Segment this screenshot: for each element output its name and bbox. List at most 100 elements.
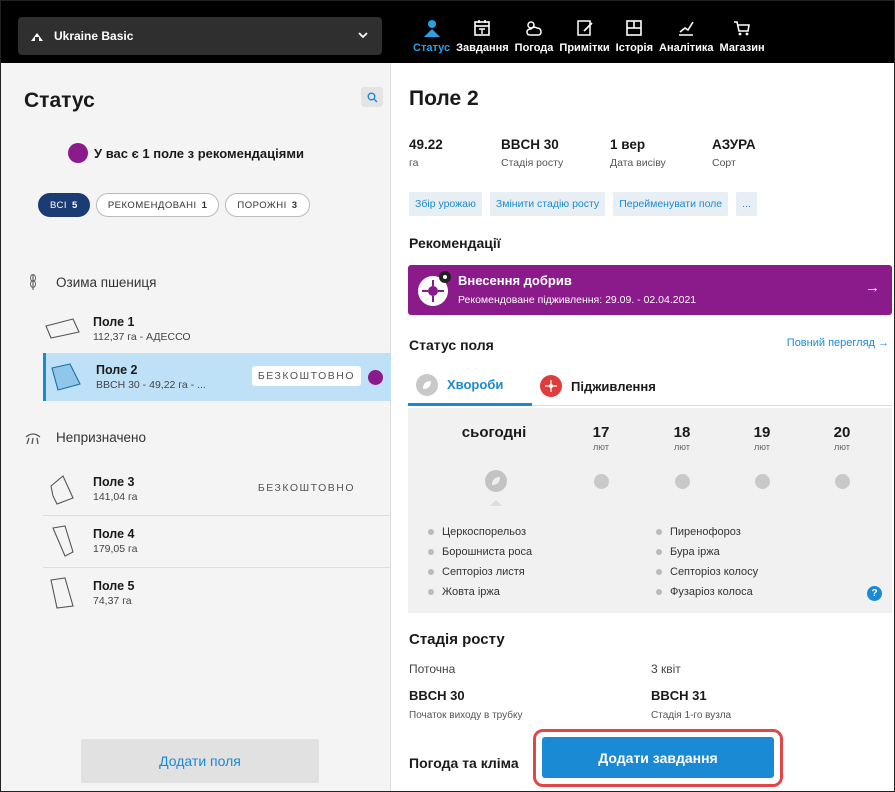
growth-next-label: 3 квіт	[651, 662, 681, 676]
group-winter-wheat: Озима пшениця	[24, 273, 156, 291]
rename-field-button[interactable]: Перейменувати поле	[613, 192, 729, 216]
divider	[43, 515, 391, 516]
field-status-title: Статус поля	[409, 337, 494, 353]
tab-nutrition[interactable]: Підживлення	[532, 366, 662, 406]
field-row-1[interactable]: Поле 1 112,37 га - АДЕССО	[43, 305, 391, 353]
search-button[interactable]	[361, 87, 383, 107]
day-month: лют	[674, 442, 690, 452]
recommendation-dot-icon	[68, 143, 88, 163]
tab-weather[interactable]: Погода	[515, 1, 553, 63]
tab-analytics-label: Аналітика	[659, 42, 714, 54]
add-task-button[interactable]: Додати завдання	[542, 737, 774, 778]
free-badge: БЕЗКОШТОВНО	[251, 366, 361, 386]
field-row-3[interactable]: Поле 3 141,04 га БЕЗКОШТОВНО	[43, 465, 391, 513]
add-fields-button[interactable]: Додати поля	[81, 739, 319, 783]
field-shape-icon	[46, 362, 84, 392]
app-frame: Ukraine Basic Статус Завдання Погода При…	[0, 0, 895, 792]
field-shape-icon	[43, 314, 81, 344]
disease-item: Фузаріоз колоса	[656, 586, 753, 598]
risk-indicator[interactable]	[755, 474, 770, 489]
banner-title: Внесення добрив	[458, 273, 572, 288]
recommendation-dot-icon	[368, 370, 383, 385]
help-icon[interactable]: ?	[867, 586, 882, 601]
day-month: лют	[834, 442, 850, 452]
disease-item: Борошниста роса	[428, 546, 532, 558]
field-name: Поле 3	[93, 475, 135, 489]
group-label: Непризначено	[56, 429, 146, 445]
fertilizer-icon	[540, 375, 562, 397]
notes-icon	[576, 20, 593, 36]
growth-next-value: BBCH 31	[651, 688, 707, 703]
recommendation-text: У вас є 1 поле з рекомендаціями	[94, 145, 304, 161]
stat-label: Стадія росту	[501, 157, 564, 169]
banner-subtitle: Рекомендоване підживлення: 29.09. - 02.0…	[458, 294, 697, 306]
filter-recommended-label: РЕКОМЕНДОВАНІ	[107, 199, 197, 211]
change-stage-button[interactable]: Змінити стадію росту	[489, 192, 606, 216]
field-sub: 141,04 га	[93, 491, 138, 503]
status-icon	[423, 20, 440, 37]
day-18: 18 лют	[667, 424, 697, 452]
tab-analytics[interactable]: Аналітика	[659, 1, 714, 63]
full-view-link[interactable]: Повний перегляд →	[787, 337, 889, 349]
tab-tasks[interactable]: Завдання	[456, 1, 509, 63]
filter-recommended[interactable]: РЕКОМЕНДОВАНІ 1	[95, 193, 220, 217]
stat-label: Сорт	[712, 157, 736, 169]
arrow-right-icon: →	[865, 279, 880, 296]
day-number: 18	[673, 424, 691, 441]
free-badge: БЕЗКОШТОВНО	[257, 482, 355, 494]
field-row-5[interactable]: Поле 5 74,37 га	[43, 569, 391, 617]
more-button[interactable]: ...	[736, 192, 757, 216]
disease-item: Жовта іржа	[428, 586, 500, 598]
day-number: 19	[753, 424, 771, 441]
disease-item: Пиренофороз	[656, 526, 741, 538]
analytics-icon	[679, 21, 694, 36]
day-today: сьогодні	[456, 424, 532, 441]
field-actions: Збір урожаю Змінити стадію росту Перейме…	[409, 192, 765, 216]
field-shape-icon	[43, 577, 81, 609]
tab-shop[interactable]: Магазин	[720, 1, 765, 63]
stat-variety: АЗУРА Сорт	[712, 137, 756, 169]
top-bar: Ukraine Basic Статус Завдання Погода При…	[1, 1, 894, 63]
field-name: Поле 5	[93, 579, 135, 593]
divider	[43, 567, 391, 568]
filter-empty[interactable]: ПОРОЖНІ 3	[225, 193, 310, 217]
pointer-caret	[490, 500, 502, 506]
tab-diseases-label: Хвороби	[447, 377, 504, 392]
sidebar-title: Статус	[24, 89, 95, 112]
filter-all[interactable]: ВСІ 5	[38, 193, 90, 217]
group-unassigned: Непризначено	[24, 429, 146, 445]
tab-status-label: Статус	[413, 42, 451, 54]
tab-diseases[interactable]: Хвороби	[408, 366, 532, 406]
day-label: сьогодні	[461, 424, 527, 441]
day-month: лют	[593, 442, 609, 452]
stat-area: 49.22 га	[409, 137, 501, 169]
recommendation-banner[interactable]: Внесення добрив Рекомендоване підживленн…	[408, 265, 892, 315]
tab-history-label: Історія	[615, 42, 653, 54]
status-tabs: Хвороби Підживлення	[408, 366, 892, 406]
risk-indicator-today[interactable]	[485, 470, 507, 492]
field-detail-panel: Поле 2 49.22 га BBCH 30 Стадія росту 1 вер…	[392, 63, 894, 791]
risk-indicator[interactable]	[835, 474, 850, 489]
tab-notes[interactable]: Примітки	[559, 1, 610, 63]
tab-history[interactable]: Історія	[616, 1, 653, 63]
field-row-2[interactable]: Поле 2 BBCH 30 - 49,22 га - ... БЕЗКОШТОВ…	[43, 353, 391, 401]
farm-selector[interactable]: Ukraine Basic	[18, 17, 382, 55]
disease-item: Церкоспорельоз	[428, 526, 526, 538]
risk-indicator[interactable]	[675, 474, 690, 489]
weather-icon	[526, 21, 542, 36]
risk-indicator[interactable]	[594, 474, 609, 489]
leaf-icon	[492, 477, 500, 485]
field-row-4[interactable]: Поле 4 179,05 га	[43, 517, 391, 565]
harvest-button[interactable]: Збір урожаю	[409, 192, 482, 216]
day-19: 19 лют	[747, 424, 777, 452]
stat-value: BBCH 30	[501, 137, 559, 152]
main-nav: Статус Завдання Погода Примітки Історія …	[413, 1, 771, 63]
tab-notes-label: Примітки	[559, 42, 610, 54]
disease-item: Септоріоз колосу	[656, 566, 758, 578]
tab-status[interactable]: Статус	[413, 1, 450, 63]
unassigned-icon	[24, 429, 42, 445]
tab-shop-label: Магазин	[719, 42, 765, 54]
field-sub: 112,37 га - АДЕССО	[93, 331, 191, 343]
growth-current-label: Поточна	[409, 662, 456, 676]
recommendation-notice[interactable]: У вас є 1 поле з рекомендаціями	[68, 143, 304, 163]
